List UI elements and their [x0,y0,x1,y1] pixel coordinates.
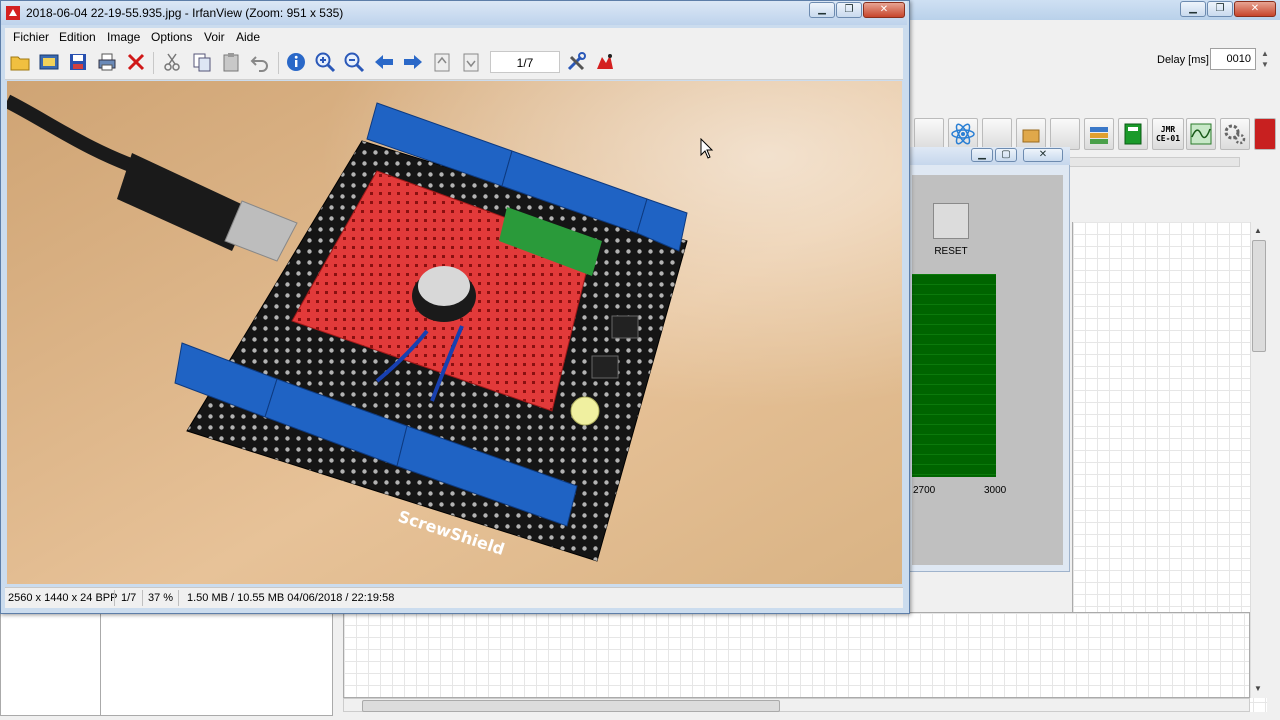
minimize-button[interactable]: ▁ [809,2,835,18]
tool-display-icon[interactable] [914,118,944,150]
jmr-ce01-icon[interactable]: JMR CE-01 [1152,118,1184,150]
slideshow-icon[interactable] [38,51,60,73]
menu-bar: Fichier Edition Image Options Voir Aide [5,28,903,46]
mouse-cursor-icon [700,138,714,159]
status-dimensions: 2560 x 1440 x 24 BPP [8,592,118,604]
horizontal-scrollbar-thumb[interactable] [362,700,780,712]
calculator-icon[interactable] [1118,118,1148,150]
delay-spinner[interactable]: ▲ ▼ [1258,48,1272,70]
gears-icon[interactable] [1220,118,1250,150]
arduino-photo: ScrewShield [7,81,902,584]
books-icon[interactable] [1084,118,1114,150]
x-tick-label: 3000 [984,485,1007,496]
status-page: 1/7 [121,592,137,604]
copy-icon[interactable] [191,51,213,73]
undo-icon[interactable] [249,51,271,73]
arrow-left-icon[interactable] [373,51,395,73]
window-title: 2018-06-04 22-19-55.935.jpg - IrfanView … [26,6,344,20]
zoom-in-icon[interactable] [314,51,336,73]
menu-voir[interactable]: Voir [204,30,225,44]
print-icon[interactable] [96,51,118,73]
x-tick-label: 2700 [913,485,936,496]
scroll-down-arrow-icon[interactable]: ▼ [1254,684,1262,693]
toolbar-separator [153,52,154,74]
child-maximize-button[interactable]: ▢ [995,148,1017,162]
menu-options[interactable]: Options [151,30,192,44]
status-separator [114,590,115,606]
first-page-icon[interactable] [431,51,453,73]
paste-icon[interactable] [220,51,242,73]
toolbar [5,46,903,80]
close-button[interactable]: ✕ [863,2,905,18]
restore-button[interactable]: ❐ [836,2,862,18]
menu-fichier[interactable]: Fichier [13,30,49,44]
scroll-up-arrow-icon[interactable]: ▲ [1254,226,1262,235]
zoom-out-icon[interactable] [343,51,365,73]
status-separator [142,590,143,606]
status-file-info: 1.50 MB / 10.55 MB 04/06/2018 / 22:19:58 [187,592,395,604]
child-window-titlebar: ▁ ▢ ✕ [905,147,1070,165]
info-icon[interactable] [285,51,307,73]
last-page-icon[interactable] [460,51,482,73]
cut-icon[interactable] [161,51,183,73]
bg-minimize-button[interactable]: ▁ [1180,1,1206,17]
box-icon[interactable] [1016,118,1046,150]
tool-red-icon[interactable] [1254,118,1276,150]
child-close-button[interactable]: ✕ [1023,148,1063,162]
open-folder-icon[interactable] [9,51,31,73]
bottom-grid-workspace[interactable] [343,612,1250,698]
menu-aide[interactable]: Aide [236,30,260,44]
irfanview-logo-icon[interactable] [594,51,616,73]
save-icon[interactable] [67,51,89,73]
status-bar: 2560 x 1440 x 24 BPP 1/7 37 % 1.50 MB / … [5,587,903,608]
reset-label: RESET [934,246,968,257]
page-indicator-field[interactable]: 1/7 [490,51,560,73]
delay-input[interactable]: 0010 [1210,48,1256,70]
delete-icon[interactable] [125,51,147,73]
tools-icon[interactable] [565,51,587,73]
left-pane-divider [100,612,101,716]
arrow-right-icon[interactable] [402,51,424,73]
status-separator [178,590,179,606]
irfanview-app-icon [6,6,20,20]
bg-close-button[interactable]: ✕ [1234,1,1276,17]
plug-icon[interactable] [1050,118,1080,150]
child-minimize-button[interactable]: ▁ [971,148,993,162]
green-chart-area [912,274,996,477]
vertical-scrollbar-thumb[interactable] [1252,240,1266,352]
toolbar-separator [278,52,279,74]
oscilloscope-icon[interactable] [1186,118,1216,150]
status-zoom: 37 % [148,592,174,604]
menu-edition[interactable]: Edition [59,30,96,44]
atom-icon[interactable] [948,118,978,150]
delay-label: Delay [ms] [1157,54,1209,66]
reset-button[interactable] [933,203,969,239]
photo-viewport[interactable]: ScrewShield [7,81,902,584]
bg-restore-button[interactable]: ❐ [1207,1,1233,17]
menu-image[interactable]: Image [107,30,140,44]
flowchart-icon[interactable] [982,118,1012,150]
left-pane [0,612,333,716]
